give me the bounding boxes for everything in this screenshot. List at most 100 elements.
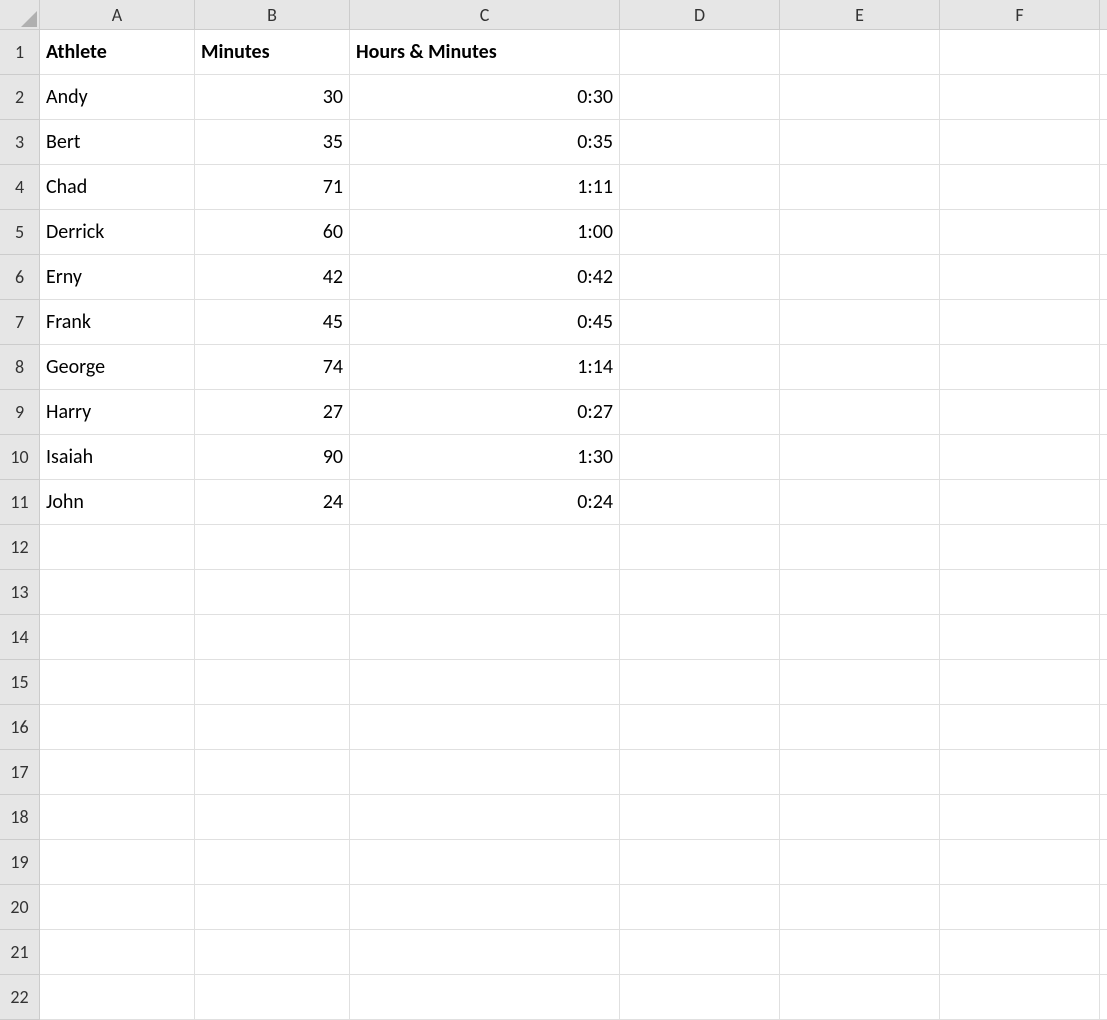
cell-a7[interactable]: Frank — [40, 300, 195, 345]
row-header-3[interactable]: 3 — [0, 120, 40, 165]
cell-a17[interactable] — [40, 750, 195, 795]
cell-f10[interactable] — [940, 435, 1100, 480]
cell-e5[interactable] — [780, 210, 940, 255]
cell-g13-partial[interactable] — [1100, 570, 1107, 615]
cell-a5[interactable]: Derrick — [40, 210, 195, 255]
cell-d17[interactable] — [620, 750, 780, 795]
row-header-9[interactable]: 9 — [0, 390, 40, 435]
cell-e13[interactable] — [780, 570, 940, 615]
cell-g6-partial[interactable] — [1100, 255, 1107, 300]
cell-a13[interactable] — [40, 570, 195, 615]
cell-g9-partial[interactable] — [1100, 390, 1107, 435]
cell-c3[interactable]: 0:35 — [350, 120, 620, 165]
cell-d15[interactable] — [620, 660, 780, 705]
row-header-12[interactable]: 12 — [0, 525, 40, 570]
cell-a20[interactable] — [40, 885, 195, 930]
cell-d3[interactable] — [620, 120, 780, 165]
cell-b12[interactable] — [195, 525, 350, 570]
cell-c17[interactable] — [350, 750, 620, 795]
cell-g20-partial[interactable] — [1100, 885, 1107, 930]
cell-b16[interactable] — [195, 705, 350, 750]
cell-c20[interactable] — [350, 885, 620, 930]
cell-b14[interactable] — [195, 615, 350, 660]
cell-g16-partial[interactable] — [1100, 705, 1107, 750]
cell-b6[interactable]: 42 — [195, 255, 350, 300]
cell-e2[interactable] — [780, 75, 940, 120]
cell-b5[interactable]: 60 — [195, 210, 350, 255]
cell-e9[interactable] — [780, 390, 940, 435]
cell-e19[interactable] — [780, 840, 940, 885]
cell-d9[interactable] — [620, 390, 780, 435]
cell-b18[interactable] — [195, 795, 350, 840]
row-header-5[interactable]: 5 — [0, 210, 40, 255]
cell-e22[interactable] — [780, 975, 940, 1020]
cell-b13[interactable] — [195, 570, 350, 615]
cell-c21[interactable] — [350, 930, 620, 975]
row-header-7[interactable]: 7 — [0, 300, 40, 345]
cell-d6[interactable] — [620, 255, 780, 300]
cell-e20[interactable] — [780, 885, 940, 930]
cell-f13[interactable] — [940, 570, 1100, 615]
cell-e21[interactable] — [780, 930, 940, 975]
cell-g7-partial[interactable] — [1100, 300, 1107, 345]
cell-c19[interactable] — [350, 840, 620, 885]
cell-c1[interactable]: Hours & Minutes — [350, 30, 620, 75]
cell-f20[interactable] — [940, 885, 1100, 930]
cell-b10[interactable]: 90 — [195, 435, 350, 480]
cell-f2[interactable] — [940, 75, 1100, 120]
cell-b8[interactable]: 74 — [195, 345, 350, 390]
cell-g11-partial[interactable] — [1100, 480, 1107, 525]
cell-f5[interactable] — [940, 210, 1100, 255]
cell-d16[interactable] — [620, 705, 780, 750]
row-header-19[interactable]: 19 — [0, 840, 40, 885]
cell-f15[interactable] — [940, 660, 1100, 705]
cell-g14-partial[interactable] — [1100, 615, 1107, 660]
cell-a8[interactable]: George — [40, 345, 195, 390]
row-header-4[interactable]: 4 — [0, 165, 40, 210]
cell-g3-partial[interactable] — [1100, 120, 1107, 165]
cell-b2[interactable]: 30 — [195, 75, 350, 120]
cell-a10[interactable]: Isaiah — [40, 435, 195, 480]
cell-c6[interactable]: 0:42 — [350, 255, 620, 300]
cell-a21[interactable] — [40, 930, 195, 975]
col-header-d[interactable]: D — [620, 0, 780, 30]
cell-e10[interactable] — [780, 435, 940, 480]
cell-b15[interactable] — [195, 660, 350, 705]
cell-f4[interactable] — [940, 165, 1100, 210]
cell-c16[interactable] — [350, 705, 620, 750]
cell-b3[interactable]: 35 — [195, 120, 350, 165]
cell-e17[interactable] — [780, 750, 940, 795]
cell-e16[interactable] — [780, 705, 940, 750]
row-header-16[interactable]: 16 — [0, 705, 40, 750]
cell-e3[interactable] — [780, 120, 940, 165]
cell-c11[interactable]: 0:24 — [350, 480, 620, 525]
cell-c14[interactable] — [350, 615, 620, 660]
cell-d14[interactable] — [620, 615, 780, 660]
cell-d7[interactable] — [620, 300, 780, 345]
cell-d21[interactable] — [620, 930, 780, 975]
cell-c10[interactable]: 1:30 — [350, 435, 620, 480]
cell-f14[interactable] — [940, 615, 1100, 660]
cell-f8[interactable] — [940, 345, 1100, 390]
cell-d22[interactable] — [620, 975, 780, 1020]
col-header-f[interactable]: F — [940, 0, 1100, 30]
cell-b19[interactable] — [195, 840, 350, 885]
cell-g2-partial[interactable] — [1100, 75, 1107, 120]
col-header-b[interactable]: B — [195, 0, 350, 30]
cell-a1[interactable]: Athlete — [40, 30, 195, 75]
cell-c18[interactable] — [350, 795, 620, 840]
cell-e1[interactable] — [780, 30, 940, 75]
cell-g19-partial[interactable] — [1100, 840, 1107, 885]
cell-g8-partial[interactable] — [1100, 345, 1107, 390]
cell-a3[interactable]: Bert — [40, 120, 195, 165]
cell-f18[interactable] — [940, 795, 1100, 840]
cell-d2[interactable] — [620, 75, 780, 120]
cell-e14[interactable] — [780, 615, 940, 660]
cell-c4[interactable]: 1:11 — [350, 165, 620, 210]
cell-a2[interactable]: Andy — [40, 75, 195, 120]
cell-b17[interactable] — [195, 750, 350, 795]
cell-e12[interactable] — [780, 525, 940, 570]
cell-a22[interactable] — [40, 975, 195, 1020]
row-header-2[interactable]: 2 — [0, 75, 40, 120]
cell-b11[interactable]: 24 — [195, 480, 350, 525]
